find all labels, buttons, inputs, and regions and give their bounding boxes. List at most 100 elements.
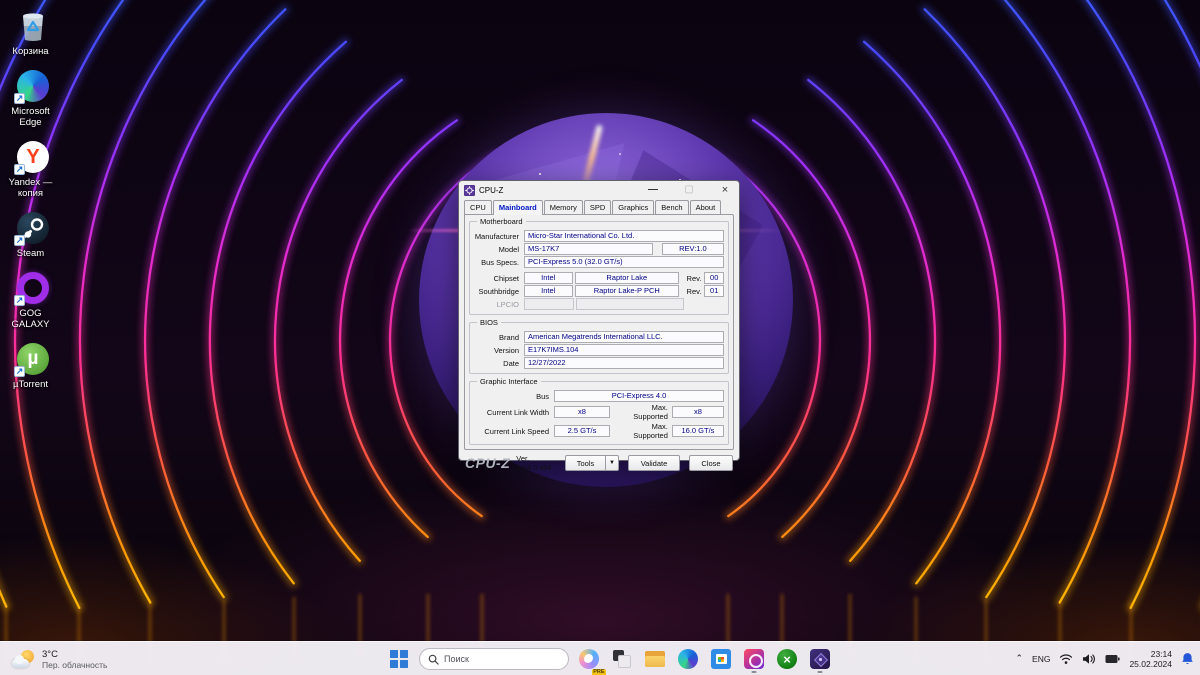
maximize-button[interactable]: ▢ [682,183,696,197]
manufacturer-value[interactable]: Micro-Star International Co. Ltd. [524,230,724,242]
lpcio-label: LPCIO [474,300,524,309]
desktop-icon-gog-galaxy[interactable]: ↗ GOG GALAXY [0,266,66,337]
tab-mainboard[interactable]: Mainboard [493,200,543,215]
gi-link-speed-max-value[interactable]: 16.0 GT/s [672,425,724,437]
copilot-button[interactable]: PRE [576,644,602,674]
tab-spd[interactable]: SPD [584,200,611,214]
bios-group: BIOS Brand American Megatrends Internati… [469,322,729,374]
desktop-icon-label: Yandex — копия [8,177,58,199]
xbox-button[interactable]: × [774,644,800,674]
desktop-icon-label: µTorrent [8,379,58,390]
bus-specs-value[interactable]: PCI-Express 5.0 (32.0 GT/s) [524,256,724,268]
edge-taskbar-button[interactable] [675,644,701,674]
cpuz-taskbar-button[interactable] [807,644,833,674]
tools-dropdown-button[interactable]: ▼ [606,455,619,471]
group-legend: Graphic Interface [477,377,541,386]
clock[interactable]: 23:14 25.02.2024 [1129,649,1172,670]
xbox-icon: × [777,649,797,669]
copilot-pre-badge: PRE [592,669,606,675]
weather-icon [12,648,36,670]
close-window-button[interactable]: Close [689,455,733,471]
bios-version-value[interactable]: E17K7IMS.104 [524,344,724,356]
bios-brand-value[interactable]: American Megatrends International LLC. [524,331,724,343]
close-button[interactable]: × [718,183,732,197]
bios-date-label: Date [474,359,524,368]
tray-overflow-chevron-icon[interactable]: ⌃ [1015,653,1023,664]
gi-link-width-label: Current Link Width [474,408,554,417]
desktop-icon-label: Корзина [8,46,58,57]
running-indicator [818,671,823,674]
lpcio-vendor-value [524,298,574,310]
cpuz-app-icon [464,185,475,196]
microsoft-store-button[interactable] [708,644,734,674]
group-legend: BIOS [477,318,501,327]
cpuz-taskbar-icon [810,649,830,669]
desktop-icon-utorrent[interactable]: µ ↗ µTorrent [0,337,66,397]
chipset-vendor-value[interactable]: Intel [524,272,573,284]
weather-condition: Пер. облачность [42,660,107,670]
battery-icon[interactable] [1105,654,1120,664]
tools-button[interactable]: Tools [565,455,606,471]
tab-memory[interactable]: Memory [544,200,583,214]
gi-link-width-max-value[interactable]: x8 [672,406,724,418]
cpuz-logo: CPU-Z [465,455,510,471]
weather-widget[interactable]: 3°C Пер. облачность [8,645,111,673]
motherboard-group: Motherboard Manufacturer Micro-Star Inte… [469,221,729,315]
desktop-icon-edge[interactable]: ↗ Microsoft Edge [0,64,66,135]
bios-brand-label: Brand [474,333,524,342]
search-input[interactable] [444,654,544,664]
model-rev-value[interactable]: REV:1.0 [662,243,724,255]
start-button[interactable] [386,644,412,674]
model-value[interactable]: MS-17K7 [524,243,653,255]
language-indicator[interactable]: ENG [1032,654,1050,664]
volume-icon[interactable] [1082,653,1096,665]
recycle-bin-icon [16,9,50,43]
lpcio-name-value [576,298,684,310]
tab-bench[interactable]: Bench [655,200,688,214]
desktop-icon-recycle-bin[interactable]: Корзина [0,4,66,64]
cpuz-footer: CPU-Z Ver. 2.04.0.x64 Tools ▼ Validate C… [459,450,739,472]
desktop-icon-steam[interactable]: ↗ Steam [0,206,66,266]
cpuz-titlebar[interactable]: CPU-Z — ▢ × [459,181,739,199]
gi-link-width-max-label: Max. Supported [615,403,672,421]
chipset-name-value[interactable]: Raptor Lake [575,272,680,284]
system-tray: ⌃ ENG 23:14 25.02.2024 [1015,642,1194,675]
gi-link-speed-value[interactable]: 2.5 GT/s [554,425,610,437]
tab-about[interactable]: About [690,200,722,214]
chipset-rev-value[interactable]: 00 [704,272,724,284]
taskbar-search[interactable] [419,648,569,670]
desktop-icon-yandex[interactable]: Y ↗ Yandex — копия [0,135,66,206]
tab-cpu[interactable]: CPU [464,200,492,214]
edge-icon [678,649,698,669]
windows-logo-icon [390,650,408,668]
chipset-label: Chipset [474,274,524,283]
desktop-icon-label: Steam [8,248,58,259]
task-view-button[interactable] [609,644,635,674]
wifi-icon[interactable] [1059,653,1073,665]
taskbar-center: PRE × [386,642,833,675]
tab-graphics[interactable]: Graphics [612,200,654,214]
pinned-app-red-button[interactable] [741,644,767,674]
southbridge-vendor-value[interactable]: Intel [524,285,573,297]
tray-time: 23:14 [1129,649,1172,660]
notification-bell-icon[interactable] [1181,652,1194,666]
southbridge-name-value[interactable]: Raptor Lake-P PCH [575,285,680,297]
task-view-icon [613,650,631,668]
graphic-interface-group: Graphic Interface Bus PCI-Express 4.0 Cu… [469,381,729,445]
file-explorer-button[interactable] [642,644,668,674]
validate-button[interactable]: Validate [628,455,680,471]
bios-date-value[interactable]: 12/27/2022 [524,357,724,369]
gi-link-speed-max-label: Max. Supported [615,422,672,440]
southbridge-label: Southbridge [474,287,524,296]
file-explorer-icon [645,651,665,667]
minimize-button[interactable]: — [646,183,660,197]
gi-bus-value[interactable]: PCI-Express 4.0 [554,390,724,402]
microsoft-store-icon [711,649,731,669]
red-app-icon [744,649,764,669]
running-indicator [752,671,757,674]
gi-link-speed-label: Current Link Speed [474,427,554,436]
southbridge-rev-value[interactable]: 01 [704,285,724,297]
gi-link-width-value[interactable]: x8 [554,406,610,418]
shortcut-arrow-icon: ↗ [14,164,25,175]
desktop: Корзина ↗ Microsoft Edge Y ↗ Yandex — ко… [0,0,1200,675]
